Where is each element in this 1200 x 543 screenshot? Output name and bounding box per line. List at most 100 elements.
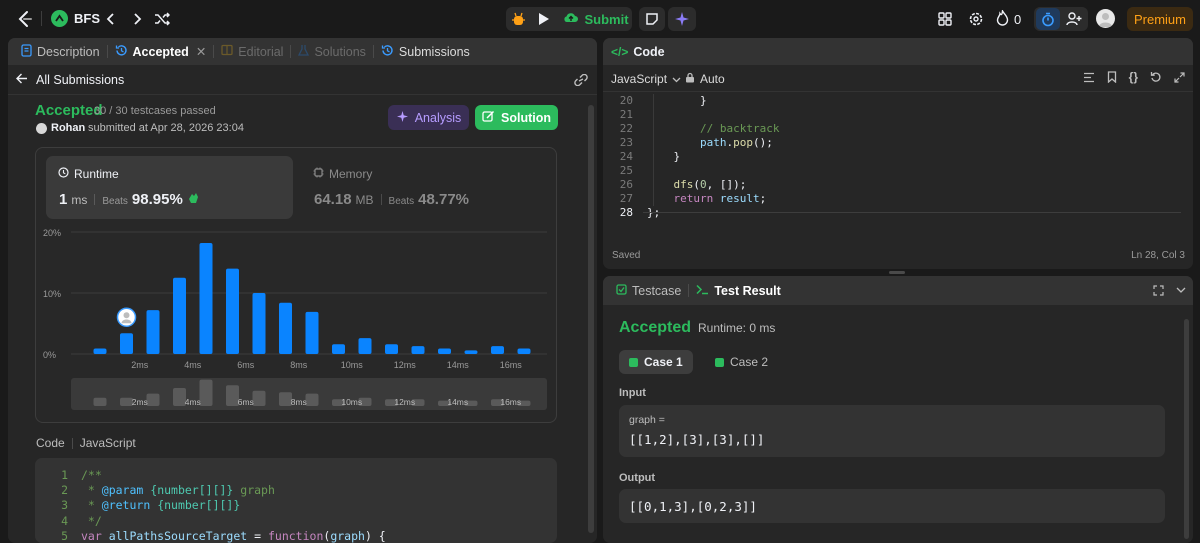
input-box[interactable]: graph = [[1,2],[3],[3],[]] [619,405,1165,457]
cursor-position: Ln 28, Col 3 [1131,250,1185,261]
editor-toolbar: {} [1083,70,1185,84]
submitted-code-block[interactable]: 1/** 2 * @param {number[][]} graph 3 * @re… [35,458,557,543]
settings-gear-icon[interactable] [967,10,985,28]
debug-icon[interactable] [509,10,527,28]
case-1-tab[interactable]: Case 1 [619,350,693,374]
memory-title[interactable]: Memory [313,167,372,181]
minimap-tick-label: 12ms [394,397,415,407]
tab-test-result-label: Test Result [714,283,781,298]
runtime-title: Runtime [58,167,119,181]
line-text: } [647,150,681,163]
code-line: 24 } [603,150,1183,164]
language-select[interactable]: JavaScript [611,70,681,87]
tab-divider [290,45,292,58]
format-icon[interactable] [1083,70,1095,84]
ai-sparkle-icon[interactable] [668,7,696,31]
bookmark-icon[interactable] [1107,70,1117,84]
runtime-distribution-chart[interactable]: 20% 10% 0% 2ms 4ms 6ms 8ms 10ms 12ms 14ms 16ms 2ms 4… [35,222,557,422]
notes-icon[interactable] [639,7,665,31]
share-link-icon[interactable] [573,72,589,88]
tab-editorial-label: Editorial [238,44,284,59]
divider [41,11,42,26]
code-line: 1 /** [35,468,386,483]
clap-icon [187,192,200,207]
code-line: 28}; [603,206,1183,220]
minimap-bar [305,393,319,406]
left-tabs-bar: Description Accepted ✕ Editorial Solutio… [8,38,597,65]
runtime-card[interactable] [46,156,293,219]
close-tab-icon[interactable]: ✕ [196,44,206,59]
auto-mode-toggle[interactable]: Auto [685,70,725,87]
submitter-name[interactable]: Rohan [51,122,85,134]
y-tick-label: 10% [43,289,61,299]
y-tick-label: 0% [43,350,56,360]
minimap-tick-label: 8ms [291,397,307,407]
output-box[interactable]: [[0,1,3],[0,2,3]] [619,489,1165,523]
leetcode-logo-icon[interactable] [16,9,34,29]
clock-icon [58,167,69,181]
lock-icon [685,72,695,86]
runtime-beats-value: 98.95% [131,191,183,208]
chart-bar [358,338,372,354]
tab-solutions-label: Solutions [314,44,366,59]
case-2-label: Case 2 [730,355,769,369]
case-2-tab[interactable]: Case 2 [705,350,778,374]
layout-grid-icon[interactable] [936,10,954,28]
shuffle-icon[interactable] [153,10,171,27]
line-text: var allPathsSourceTarget = function(grap… [81,528,386,543]
avatar[interactable] [1096,9,1115,28]
checkbox-icon [629,357,638,367]
tab-submissions[interactable]: Submissions [376,44,475,60]
tab-description[interactable]: Description [16,43,105,60]
line-number: 4 [61,513,68,528]
solution-button[interactable]: Solution [475,105,558,130]
all-submissions-link[interactable]: All Submissions [16,71,124,89]
tab-test-result[interactable]: Test Result [691,284,785,298]
code-line: 26 dfs(0, []); [603,178,1183,192]
prev-problem-button[interactable] [103,10,119,27]
divider [603,91,1193,92]
left-scrollbar[interactable] [588,105,594,533]
code-panel-title: Code [633,44,665,59]
problem-list-button[interactable]: BFS [51,8,100,29]
arrow-left-icon [16,73,28,87]
next-problem-button[interactable] [129,10,145,27]
braces-icon[interactable]: {} [1129,70,1138,84]
panel-resize-handle[interactable] [889,271,905,274]
line-number: 25 [619,164,633,177]
submit-button[interactable]: Submit [560,8,632,30]
tab-solutions[interactable]: Solutions [293,44,370,59]
tab-divider [688,284,690,297]
indent-guide [653,164,654,178]
expand-icon[interactable] [1174,70,1185,84]
result-tabs-bar: Testcase Test Result [603,276,1193,305]
x-tick-label: 14ms [447,360,470,370]
run-button[interactable] [534,9,554,29]
editor-code-area[interactable]: 20 } 21 22 // backtrack 23 path.pop(); 24 } 2… [603,94,1183,224]
memory-unit: MB [355,193,374,207]
stopwatch-icon[interactable] [1036,8,1060,30]
collapse-chevron-icon[interactable] [1175,284,1187,296]
runtime-unit: ms [71,193,88,207]
all-submissions-label: All Submissions [36,73,125,87]
code-line: 25 [603,164,1183,178]
line-number: 28 [619,206,633,219]
tab-editorial[interactable]: Editorial [216,44,288,59]
runtime-stats: 1 ms Beats 98.95% [59,191,200,208]
tab-testcase[interactable]: Testcase [611,284,686,298]
description-icon [21,43,32,60]
chart-bar [385,344,398,354]
maximize-icon[interactable] [1152,284,1164,296]
streak-button[interactable]: 0 [996,8,1021,29]
analysis-button[interactable]: Analysis [388,105,469,130]
top-navigation-bar: BFS Submit 0 Premium [0,0,1200,37]
reset-icon[interactable] [1150,70,1162,84]
line-text: dfs(0, []); [673,178,747,191]
tab-accepted[interactable]: Accepted ✕ [110,44,212,60]
result-scrollbar[interactable] [1184,319,1189,539]
line-number: 23 [619,136,633,149]
premium-button[interactable]: Premium [1127,7,1193,31]
x-tick-label: 4ms [184,360,202,370]
add-user-icon[interactable] [1063,8,1085,30]
line-number: 26 [619,178,633,191]
